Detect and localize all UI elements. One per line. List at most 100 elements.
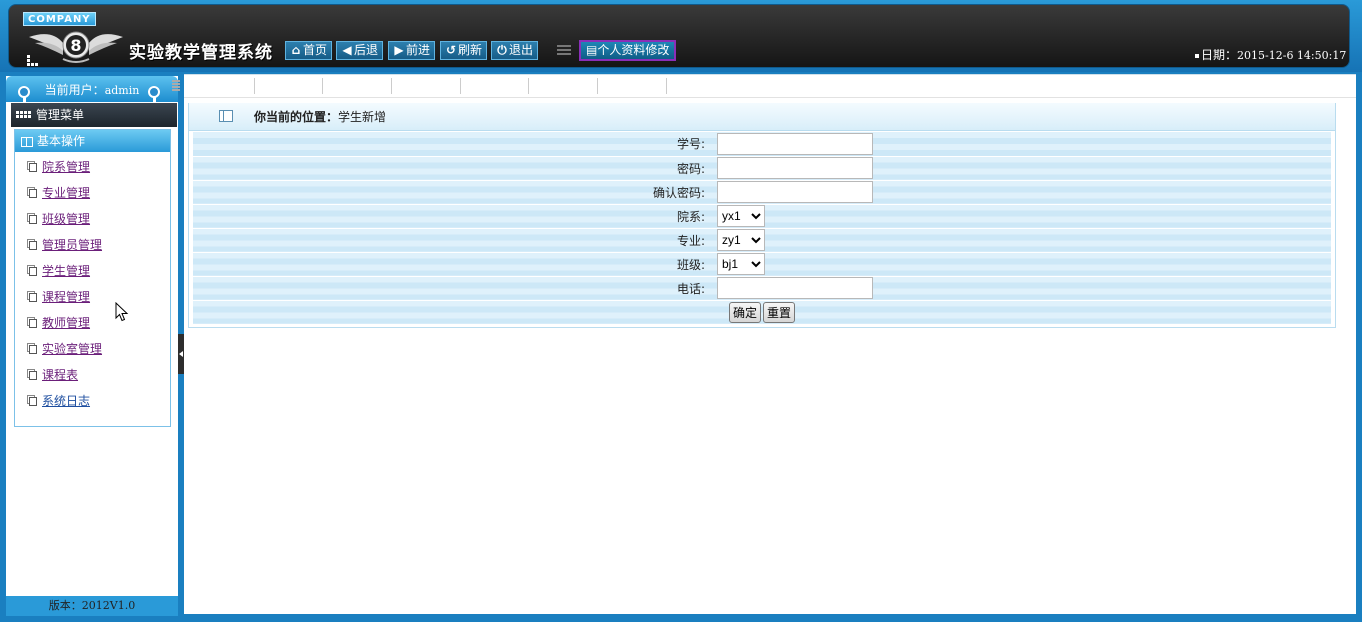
mouse-cursor-icon [115, 302, 129, 322]
tab-divider [597, 78, 598, 94]
menu-item-student: 学生管理 [15, 260, 170, 286]
back-button[interactable]: ◀ 后退 [336, 41, 384, 60]
password-input[interactable] [717, 157, 873, 179]
forward-button[interactable]: ▶ 前进 [388, 41, 436, 60]
grid-dots-icon [27, 55, 39, 67]
basic-operations-header[interactable]: 基本操作 [15, 130, 170, 152]
class-label: 班级: [193, 252, 717, 277]
back-icon: ◀ [342, 43, 352, 57]
menu-list: 院系管理 专业管理 班级管理 管理员管理 学生管理 课程管理 教师管理 实验室管… [15, 152, 170, 416]
dept-select[interactable]: yx1 [717, 205, 765, 227]
current-user-label: 当前用户： [44, 83, 105, 97]
panel-icon [21, 136, 33, 147]
menu-link-lab[interactable]: 实验室管理 [42, 342, 102, 356]
form-row: 密码: [193, 156, 1331, 181]
form-row: 专业: zy1 [193, 228, 1331, 253]
document-icon [29, 319, 37, 328]
document-icon [29, 163, 37, 172]
pin-icon [148, 86, 160, 108]
tab-divider [666, 78, 667, 94]
location-value: 学生新增 [338, 110, 387, 124]
date-display: 日期：2015-12-6 14:50:17 [1195, 46, 1346, 63]
power-icon: ⏻ [497, 43, 507, 57]
dept-label: 院系: [193, 204, 717, 229]
pin-icon [18, 86, 30, 108]
date-value: 2015-12-6 14:50:17 [1237, 49, 1347, 62]
basic-operations-panel: 基本操作 院系管理 专业管理 班级管理 管理员管理 学生管理 课程管理 教师管理… [14, 129, 171, 427]
confirm-password-input[interactable] [717, 181, 873, 203]
confirm-password-label: 确认密码: [193, 180, 717, 205]
major-select[interactable]: zy1 [717, 229, 765, 251]
phone-label: 电话: [193, 276, 717, 301]
password-label: 密码: [193, 156, 717, 181]
menu-link-student[interactable]: 学生管理 [42, 264, 90, 278]
tab-divider [528, 78, 529, 94]
major-label: 专业: [193, 228, 717, 253]
form-actions: 确定 重置 [193, 300, 1331, 325]
document-icon [29, 293, 37, 302]
menu-item-schedule: 课程表 [15, 364, 170, 390]
menu-title: 管理菜单 [36, 108, 85, 122]
menu-item-dept: 院系管理 [15, 156, 170, 182]
submit-button[interactable]: 确定 [728, 301, 761, 323]
version-footer: 版本：2012V1.0 [6, 596, 178, 616]
form-panel: 你当前的位置：学生新增 学号: 密码: 确认密码: 院系: yx1 专业: zy… [188, 103, 1336, 328]
menu-item-log: 系统日志 [15, 390, 170, 416]
form-row: 班级: bj1 [193, 252, 1331, 277]
app-title: 实验教学管理系统 [129, 43, 273, 63]
company-label: COMPANY [23, 12, 96, 26]
refresh-icon: ↺ [445, 43, 457, 57]
menu-link-teacher[interactable]: 教师管理 [42, 316, 90, 330]
menu-link-dept[interactable]: 院系管理 [42, 160, 90, 174]
refresh-button[interactable]: ↺ 刷新 [440, 41, 488, 60]
menu-item-major: 专业管理 [15, 182, 170, 208]
grid-icon [16, 110, 32, 121]
home-icon: ⌂ [291, 43, 301, 57]
header-bar: COMPANY 8 实验教学管理系统 ⌂ 首页 ◀ 后退 ▶ 前进 ↺ 刷新 ⏻ 退出 ▤… [8, 4, 1350, 68]
document-icon [29, 397, 37, 406]
form-row: 学号: [193, 132, 1331, 157]
tab-divider [254, 78, 255, 94]
form-row: 院系: yx1 [193, 204, 1331, 229]
document-icon: ▤ [586, 43, 598, 57]
main-content: 你当前的位置：学生新增 学号: 密码: 确认密码: 院系: yx1 专业: zy… [184, 98, 1356, 614]
logo: 8 [29, 31, 123, 63]
class-select[interactable]: bj1 [717, 253, 765, 275]
menu-link-log[interactable]: 系统日志 [42, 394, 90, 408]
phone-input[interactable] [717, 277, 873, 299]
student-form: 学号: 密码: 确认密码: 院系: yx1 专业: zy1 班级: bj1 电话… [193, 132, 1331, 325]
grip-icon [172, 80, 180, 92]
document-icon [29, 371, 37, 380]
document-icon [29, 215, 37, 224]
menu-link-admin[interactable]: 管理员管理 [42, 238, 102, 252]
panel-icon [219, 110, 233, 122]
student-id-input[interactable] [717, 132, 873, 155]
menu-item-teacher: 教师管理 [15, 312, 170, 338]
document-icon [29, 267, 37, 276]
home-button[interactable]: ⌂ 首页 [285, 41, 333, 60]
tab-divider [391, 78, 392, 94]
bullet-icon [1195, 53, 1199, 58]
tab-divider [460, 78, 461, 94]
profile-edit-button[interactable]: ▤个人资料修改 [579, 40, 677, 61]
menu-link-class[interactable]: 班级管理 [42, 212, 90, 226]
logo-text: 8 [70, 36, 81, 55]
tab-divider [322, 78, 323, 94]
sidebar: 当前用户：admin 管理菜单 基本操作 院系管理 专业管理 班级管理 管理员管… [6, 76, 178, 616]
logout-button[interactable]: ⏻ 退出 [491, 41, 539, 60]
document-icon [29, 189, 37, 198]
menu-item-class: 班级管理 [15, 208, 170, 234]
menu-item-lab: 实验室管理 [15, 338, 170, 364]
tab-strip [172, 74, 1356, 98]
menu-item-course: 课程管理 [15, 286, 170, 312]
document-icon [29, 241, 37, 250]
form-row: 电话: [193, 276, 1331, 301]
forward-icon: ▶ [394, 43, 404, 57]
menu-link-major[interactable]: 专业管理 [42, 186, 90, 200]
menu-link-schedule[interactable]: 课程表 [42, 368, 78, 382]
reset-button[interactable]: 重置 [763, 301, 796, 323]
location-label: 你当前的位置： [254, 110, 339, 124]
location-bar: 你当前的位置：学生新增 [189, 103, 1335, 131]
header: COMPANY 8 实验教学管理系统 ⌂ 首页 ◀ 后退 ▶ 前进 ↺ 刷新 ⏻ 退出 ▤… [0, 0, 1362, 72]
menu-link-course[interactable]: 课程管理 [42, 290, 90, 304]
